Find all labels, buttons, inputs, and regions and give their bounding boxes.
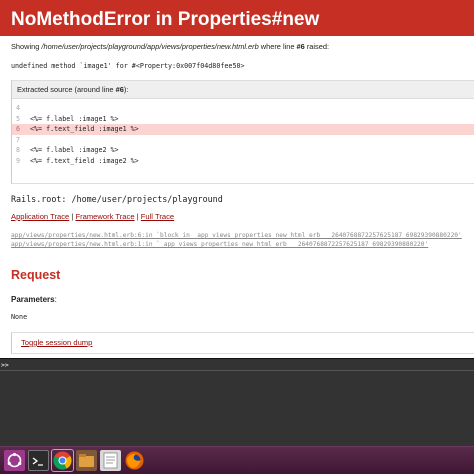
parameters-colon: : [54, 295, 57, 304]
parameters-value: None [11, 313, 28, 321]
extracted-source-title: Extracted source (around line #6): [12, 81, 474, 99]
line-number: 6 [16, 125, 21, 134]
line-number: 8 [16, 146, 21, 155]
console-input[interactable]: >> [0, 361, 474, 371]
error-title: NoMethodError in Properties#new [11, 9, 320, 30]
showing-middle: where line [258, 42, 297, 51]
code-line: 4 [12, 103, 474, 114]
full-trace-link[interactable]: Full Trace [141, 212, 174, 221]
firefox-icon[interactable] [124, 450, 145, 471]
framework-trace-link[interactable]: Framework Trace [75, 212, 134, 221]
source-code: 4 5 <%= f.label :image1 %> 6 <%= f.text_fi… [12, 103, 474, 167]
web-console: >> [0, 358, 474, 446]
file-manager-icon[interactable] [76, 450, 97, 471]
ubuntu-dash-icon[interactable] [4, 450, 25, 471]
rails-root: Rails.root: /home/user/projects/playgrou… [11, 194, 223, 204]
trace-line[interactable]: app/views/properties/new.html.erb:1:in `… [11, 240, 462, 249]
line-number: 7 [16, 135, 21, 144]
line-number: 4 [16, 104, 21, 112]
console-prompt: >> [1, 361, 9, 369]
code-line: 8 <%= f.label :image2 %> [12, 145, 474, 156]
application-trace-link[interactable]: Application Trace [11, 212, 69, 221]
request-heading: Request [11, 268, 61, 282]
trace-line[interactable]: app/views/properties/new.html.erb:6:in `… [11, 231, 462, 240]
line-number: 5 [16, 114, 21, 123]
error-message: undefined method `image1' for #<Property… [11, 62, 245, 70]
parameters-label: Parameters: [11, 295, 57, 304]
code-line: 5 <%= f.label :image1 %> [12, 114, 474, 125]
template-path: /home/user/projects/playground/app/views… [41, 42, 259, 51]
error-page-content: Showing /home/user/projects/playground/a… [0, 36, 474, 358]
line-code: <%= f.label :image2 %> [30, 146, 119, 155]
code-line: 7 [12, 135, 474, 146]
line-code: <%= f.text_field :image1 %> [30, 125, 139, 134]
terminal-icon[interactable] [28, 450, 49, 471]
toggle-session-dump-link[interactable]: Toggle session dump [21, 338, 92, 347]
parameters-label-text: Parameters [11, 295, 55, 304]
source-title-suffix: ): [123, 85, 129, 94]
line-code: <%= f.label :image1 %> [30, 114, 119, 123]
code-line: 9 <%= f.text_field :image2 %> [12, 156, 474, 167]
chrome-icon[interactable] [51, 449, 74, 472]
showing-suffix: raised: [304, 42, 330, 51]
text-editor-icon[interactable] [100, 450, 121, 471]
trace-lines: app/views/properties/new.html.erb:6:in `… [11, 231, 462, 250]
line-number: 9 [16, 156, 21, 165]
extracted-source: Extracted source (around line #6): 4 5 <%… [11, 80, 474, 184]
trace-toggle-links: Application Trace | Framework Trace | Fu… [11, 212, 174, 221]
source-title-line: #6 [115, 85, 124, 94]
showing-line: Showing /home/user/projects/playground/a… [11, 42, 329, 51]
error-header: NoMethodError in Properties#new [0, 0, 474, 36]
showing-prefix: Showing [11, 42, 42, 51]
code-line-highlighted: 6 <%= f.text_field :image1 %> [12, 124, 474, 135]
line-code: <%= f.text_field :image2 %> [30, 156, 139, 165]
session-dump-box: Toggle session dump [11, 332, 474, 354]
error-line-number: #6 [296, 42, 305, 51]
taskbar [0, 446, 474, 474]
source-title-prefix: Extracted source (around line [17, 85, 116, 94]
